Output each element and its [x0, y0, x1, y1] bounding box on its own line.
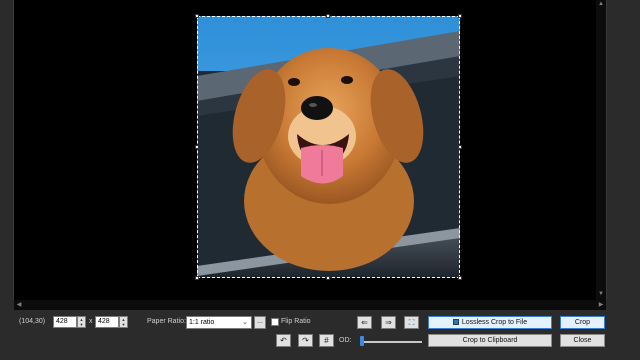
- size-separator: x: [89, 318, 93, 325]
- height-input[interactable]: 428: [95, 316, 119, 328]
- crop-selection[interactable]: [197, 16, 460, 278]
- decrement-icon[interactable]: ▼: [78, 322, 85, 327]
- scroll-down-icon[interactable]: ▼: [596, 290, 606, 298]
- od-label: OD:: [339, 337, 352, 344]
- close-button[interactable]: Close: [560, 334, 605, 347]
- rotate-right-icon[interactable]: ⇒: [381, 316, 396, 329]
- crop-handle-top-left[interactable]: [195, 14, 199, 18]
- crop-handle-bottom-left[interactable]: [195, 276, 199, 280]
- od-slider-track[interactable]: [362, 341, 422, 343]
- chevron-down-icon: ⌄: [242, 319, 248, 326]
- window-frame-right: [607, 0, 640, 310]
- fit-selection-icon[interactable]: ⛶: [404, 316, 419, 329]
- rotate-left-icon[interactable]: ⇐: [357, 316, 372, 329]
- ratio-options-button[interactable]: ...: [254, 316, 266, 329]
- lossless-crop-button[interactable]: Lossless Crop to File: [428, 316, 552, 329]
- crop-handle-bottom-right[interactable]: [458, 276, 462, 280]
- scroll-up-icon[interactable]: ▲: [596, 0, 606, 8]
- decrement-icon[interactable]: ▼: [120, 322, 127, 327]
- width-stepper[interactable]: ▲ ▼: [77, 316, 86, 328]
- vertical-scrollbar[interactable]: ▲ ▼: [596, 0, 606, 300]
- crop-button[interactable]: Crop: [560, 316, 605, 329]
- flip-ratio-label: Flip Ratio: [281, 318, 311, 325]
- paper-ratio-label: Paper Ratio:: [147, 318, 186, 325]
- od-slider-thumb[interactable]: [360, 336, 364, 346]
- window-frame-left: [0, 0, 13, 310]
- flip-ratio-checkbox[interactable]: [271, 318, 279, 326]
- rotate-cw-icon[interactable]: ↷: [298, 334, 313, 347]
- crop-handle-left[interactable]: [195, 145, 199, 149]
- scroll-left-icon[interactable]: ◀: [14, 301, 24, 309]
- scroll-right-icon[interactable]: ▶: [596, 301, 606, 309]
- rotate-ccw-icon[interactable]: ↶: [276, 334, 291, 347]
- paper-ratio-value: 1:1 ratio: [189, 319, 215, 326]
- crop-handle-bottom[interactable]: [326, 276, 330, 280]
- crop-handle-top-right[interactable]: [458, 14, 462, 18]
- grid-icon[interactable]: #: [319, 334, 334, 347]
- crop-handle-top[interactable]: [326, 14, 330, 18]
- crop-handle-right[interactable]: [458, 145, 462, 149]
- horizontal-scrollbar[interactable]: ◀ ▶: [14, 300, 606, 310]
- paper-ratio-select[interactable]: 1:1 ratio ⌄: [186, 316, 252, 329]
- width-input[interactable]: 428: [53, 316, 77, 328]
- height-stepper[interactable]: ▲ ▼: [119, 316, 128, 328]
- cursor-coordinates: (104,30): [19, 318, 46, 325]
- lossless-crop-label: Lossless Crop to File: [461, 319, 528, 326]
- save-icon: [452, 319, 459, 325]
- crop-to-clipboard-button[interactable]: Crop to Clipboard: [428, 334, 552, 347]
